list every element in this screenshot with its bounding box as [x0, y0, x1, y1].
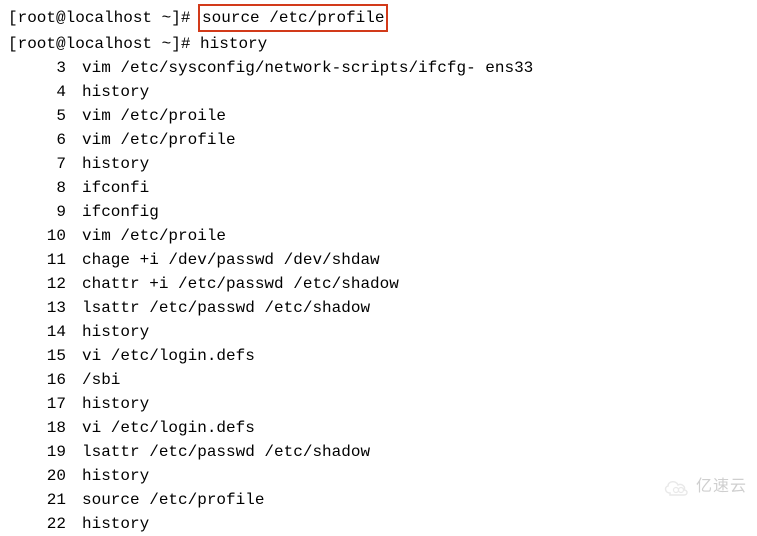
- history-entry: 16/sbi: [8, 368, 749, 392]
- terminal-line-2[interactable]: [root@localhost ~]# history: [8, 32, 749, 56]
- cloud-icon: [662, 477, 692, 497]
- history-entry: 9ifconfig: [8, 200, 749, 224]
- history-command: vim /etc/profile: [66, 128, 236, 152]
- shell-prompt: [root@localhost ~]#: [8, 9, 200, 27]
- history-number: 12: [8, 272, 66, 296]
- history-entry: 13lsattr /etc/passwd /etc/shadow: [8, 296, 749, 320]
- history-entry: 19lsattr /etc/passwd /etc/shadow: [8, 440, 749, 464]
- history-number: 14: [8, 320, 66, 344]
- history-number: 17: [8, 392, 66, 416]
- history-command: vi /etc/login.defs: [66, 416, 255, 440]
- watermark: 亿速云: [662, 475, 747, 499]
- history-number: 15: [8, 344, 66, 368]
- history-command: history: [66, 392, 149, 416]
- history-entry: 18vi /etc/login.defs: [8, 416, 749, 440]
- history-entry: 12chattr +i /etc/passwd /etc/shadow: [8, 272, 749, 296]
- history-command: vim /etc/proile: [66, 104, 226, 128]
- history-entry: 7history: [8, 152, 749, 176]
- history-number: 5: [8, 104, 66, 128]
- history-entry: 5vim /etc/proile: [8, 104, 749, 128]
- history-number: 21: [8, 488, 66, 512]
- history-number: 7: [8, 152, 66, 176]
- history-command: lsattr /etc/passwd /etc/shadow: [66, 440, 370, 464]
- history-command: ifconfig: [66, 200, 159, 224]
- history-command: chage +i /dev/passwd /dev/shdaw: [66, 248, 380, 272]
- history-entry: 20history: [8, 464, 749, 488]
- history-entry: 4history: [8, 80, 749, 104]
- history-entry: 11chage +i /dev/passwd /dev/shdaw: [8, 248, 749, 272]
- terminal-line-1[interactable]: [root@localhost ~]# source /etc/profile: [8, 4, 749, 32]
- history-number: 13: [8, 296, 66, 320]
- highlighted-command: source /etc/profile: [198, 4, 388, 32]
- history-entry: 14history: [8, 320, 749, 344]
- history-number: 4: [8, 80, 66, 104]
- history-number: 16: [8, 368, 66, 392]
- history-command: vi /etc/login.defs: [66, 344, 255, 368]
- history-command: history: [66, 152, 149, 176]
- history-command: history: [66, 80, 149, 104]
- history-command: source /etc/profile: [66, 488, 264, 512]
- history-command: lsattr /etc/passwd /etc/shadow: [66, 296, 370, 320]
- history-command: chattr +i /etc/passwd /etc/shadow: [66, 272, 399, 296]
- watermark-text: 亿速云: [696, 475, 747, 499]
- history-number: 22: [8, 512, 66, 536]
- history-command: history: [66, 320, 149, 344]
- history-entry: 6vim /etc/profile: [8, 128, 749, 152]
- history-number: 10: [8, 224, 66, 248]
- history-number: 18: [8, 416, 66, 440]
- history-number: 9: [8, 200, 66, 224]
- history-number: 8: [8, 176, 66, 200]
- history-entry: 15vi /etc/login.defs: [8, 344, 749, 368]
- history-command: vim /etc/sysconfig/network-scripts/ifcfg…: [66, 56, 533, 80]
- history-number: 6: [8, 128, 66, 152]
- history-number: 3: [8, 56, 66, 80]
- history-entry: 3vim /etc/sysconfig/network-scripts/ifcf…: [8, 56, 749, 80]
- history-number: 20: [8, 464, 66, 488]
- command-text: history: [200, 35, 267, 53]
- history-entry: 8ifconfi: [8, 176, 749, 200]
- shell-prompt: [root@localhost ~]#: [8, 35, 200, 53]
- history-command: history: [66, 512, 149, 536]
- history-command: history: [66, 464, 149, 488]
- history-command: /sbi: [66, 368, 120, 392]
- history-entry: 10vim /etc/proile: [8, 224, 749, 248]
- history-command: vim /etc/proile: [66, 224, 226, 248]
- history-number: 11: [8, 248, 66, 272]
- history-entry: 17history: [8, 392, 749, 416]
- history-entry: 21source /etc/profile: [8, 488, 749, 512]
- history-entry: 22history: [8, 512, 749, 536]
- history-number: 19: [8, 440, 66, 464]
- history-command: ifconfi: [66, 176, 149, 200]
